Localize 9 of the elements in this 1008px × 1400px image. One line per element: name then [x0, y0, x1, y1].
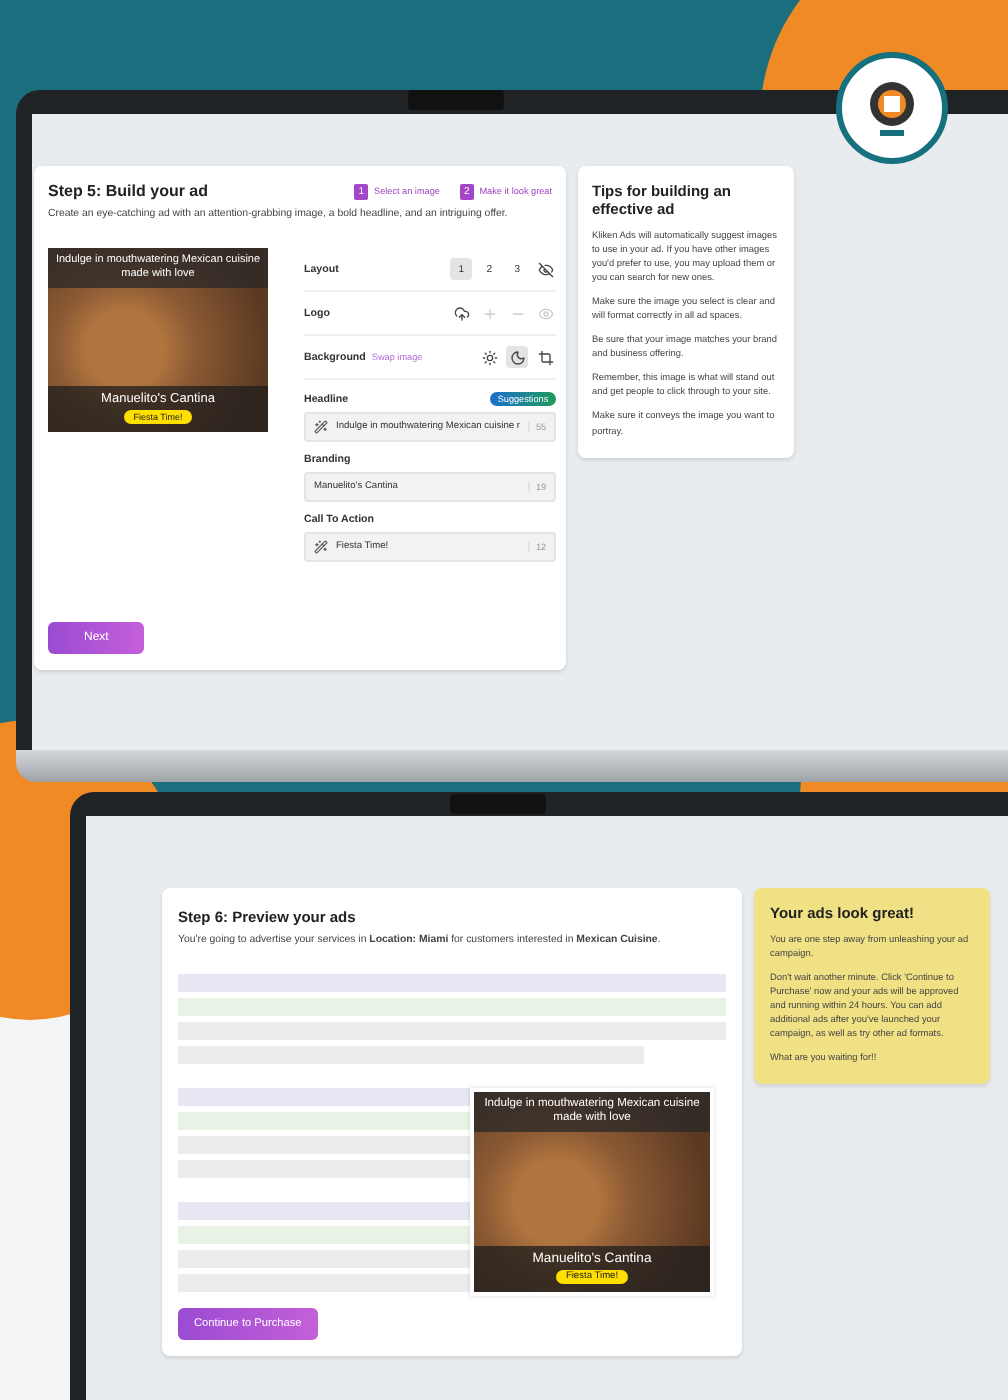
camera-notch: [450, 794, 546, 814]
step-title: Step 5: Build your ad: [48, 182, 209, 200]
upload-icon[interactable]: [450, 302, 473, 324]
moon-icon[interactable]: [506, 346, 529, 368]
magic-wand-icon[interactable]: [314, 420, 328, 434]
eye-off-icon[interactable]: [534, 258, 557, 280]
camera-notch: [408, 90, 504, 110]
magic-wand-icon[interactable]: [314, 540, 328, 554]
crop-icon[interactable]: [534, 346, 557, 368]
